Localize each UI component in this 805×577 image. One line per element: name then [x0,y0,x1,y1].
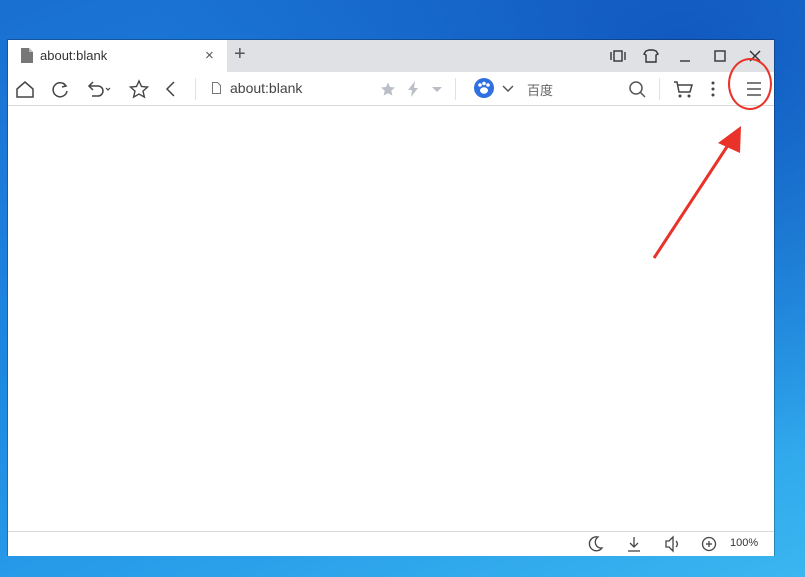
zoom-level[interactable]: 100% [730,537,758,549]
maximize-icon[interactable] [709,46,731,66]
sound-icon[interactable] [663,534,683,554]
tab-active[interactable]: about:blank × [8,40,227,72]
home-icon[interactable] [14,78,36,100]
moon-icon[interactable] [586,534,604,554]
star-icon[interactable] [128,78,150,100]
divider [195,78,196,100]
cart-icon[interactable] [672,78,694,100]
bolt-icon[interactable] [405,80,421,98]
address-input[interactable]: about:blank [230,80,302,96]
chevron-down-icon[interactable] [500,80,516,98]
search-input[interactable]: 百度 [527,80,553,99]
bookmark-star-icon[interactable] [379,80,397,98]
search-icon[interactable] [626,78,648,100]
divider [659,78,660,100]
skin-icon[interactable] [640,46,662,66]
tab-title: about:blank [40,48,108,63]
download-icon[interactable] [625,534,643,554]
tab-close-button[interactable]: × [205,47,214,64]
divider [455,78,456,100]
document-icon [21,48,33,63]
new-tab-button[interactable]: + [234,43,246,66]
minimize-icon[interactable] [674,46,696,66]
page-icon [212,82,221,94]
baidu-paw-icon[interactable] [473,77,495,99]
annotation-circle [728,58,772,110]
tab-strip: about:blank × + [8,40,774,72]
zoom-icon[interactable] [700,534,718,554]
annotation-arrow [652,126,741,259]
undo-icon[interactable] [84,78,114,100]
refresh-icon[interactable] [49,78,71,100]
navigation-toolbar: about:blank 百度 [8,72,774,106]
chevron-down-icon[interactable] [429,80,445,98]
more-icon[interactable] [708,78,718,100]
back-icon[interactable] [160,78,182,100]
status-bar: 100% [8,531,774,556]
sidebar-icon[interactable] [607,46,629,66]
